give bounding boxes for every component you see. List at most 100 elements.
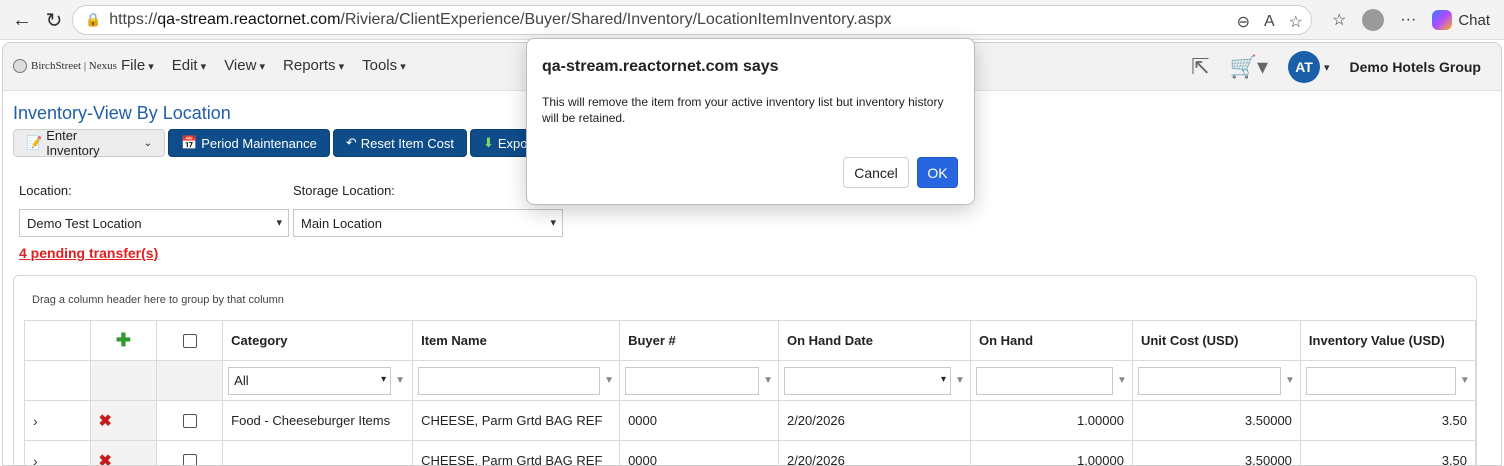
menu-view[interactable]: View (224, 57, 265, 74)
date-filter-select[interactable] (783, 366, 951, 395)
inventory-grid-panel: Drag a column header here to group by th… (13, 275, 1477, 466)
location-label: Location: (19, 183, 72, 198)
browser-toolbar: ← ↻ 🔒 https://qa-stream.reactornet.com/R… (0, 0, 1504, 40)
filter-funnel-icon[interactable]: ▼ (395, 375, 405, 386)
filter-cell-category: All ▼ (222, 360, 414, 401)
profile-avatar[interactable] (1362, 9, 1385, 31)
delete-x-icon[interactable]: ✖ (99, 413, 112, 430)
confirm-dialog: qa-stream.reactornet.com says This will … (526, 38, 975, 205)
column-header-unit-cost[interactable]: Unit Cost (USD) (1131, 320, 1301, 361)
filter-cell-buyer: ▼ (619, 360, 779, 401)
url-prefix: https:// (109, 11, 158, 28)
row-expander[interactable]: › (24, 440, 91, 466)
chat-button[interactable]: Chat (1432, 10, 1490, 30)
filter-funnel-icon[interactable]: ▼ (763, 375, 773, 386)
row-checkbox[interactable] (182, 414, 197, 429)
calendar-icon: 📅 (181, 135, 198, 150)
site-info-icon[interactable]: 🔒 (85, 12, 101, 28)
column-header-on-hand[interactable]: On Hand (969, 320, 1133, 361)
filter-funnel-icon[interactable]: ▼ (1285, 375, 1295, 386)
dialog-title: qa-stream.reactornet.com says (542, 58, 779, 75)
period-maintenance-button[interactable]: 📅 Period Maintenance (168, 129, 330, 157)
brand-text: BirchStreet | Nexus (31, 60, 117, 72)
storage-location-select[interactable]: Main Location (293, 209, 563, 237)
location-select[interactable]: Demo Test Location (19, 209, 289, 237)
table-row: › ✖ Food - Cheeseburger Items CHEESE, Pa… (24, 400, 1477, 441)
more-options-icon[interactable]: ··· (1400, 11, 1416, 29)
unit-cost-filter-input[interactable] (1137, 366, 1281, 395)
url-host: qa-stream.reactornet.com (157, 11, 341, 28)
filter-funnel-icon[interactable]: ▼ (1460, 375, 1470, 386)
category-filter-select[interactable]: All (228, 366, 392, 395)
filter-cell-item-name: ▼ (412, 360, 621, 401)
cell-item-name: CHEESE, Parm Grtd BAG REF (412, 440, 621, 465)
enter-inventory-label: Enter Inventory (46, 128, 100, 158)
filter-funnel-icon[interactable]: ▼ (955, 375, 965, 386)
refresh-icon[interactable]: ↻ (40, 6, 68, 34)
column-header-category[interactable]: Category (222, 320, 414, 361)
filter-funnel-icon[interactable]: ▼ (604, 375, 614, 386)
filter-cell-empty (24, 360, 91, 401)
favorite-star-icon[interactable]: ☆ (1289, 12, 1303, 32)
birchstreet-logo-icon (13, 59, 27, 73)
favorites-icon[interactable]: ☆ (1332, 10, 1346, 30)
filter-cell-date: ▼ (777, 360, 971, 401)
address-bar[interactable]: 🔒 https://qa-stream.reactornet.com/Rivie… (72, 5, 1312, 35)
chevron-right-icon[interactable]: › (33, 453, 38, 466)
filter-cell-empty (156, 360, 224, 401)
buyer-filter-input[interactable] (625, 366, 760, 395)
menu-edit[interactable]: Edit (172, 57, 206, 74)
filter-cell-on-hand: ▼ (969, 360, 1133, 401)
zoom-icon[interactable]: ⊖ (1237, 12, 1250, 32)
user-avatar[interactable]: AT (1288, 51, 1320, 83)
location-value: Demo Test Location (27, 215, 142, 231)
delete-x-icon[interactable]: ✖ (99, 453, 112, 466)
export-external-icon[interactable]: ⇱ (1191, 54, 1209, 80)
column-header-on-hand-date[interactable]: On Hand Date (777, 320, 971, 361)
brand-logo[interactable]: BirchStreet | Nexus (13, 59, 117, 73)
chevron-right-icon[interactable]: › (33, 413, 38, 429)
period-maintenance-label: Period Maintenance (201, 135, 317, 151)
select-all-checkbox[interactable] (182, 334, 197, 349)
cell-buyer-number: 0000 (619, 400, 779, 441)
read-aloud-icon[interactable]: A (1264, 13, 1275, 31)
cancel-button[interactable]: Cancel (843, 157, 909, 188)
on-hand-filter-input[interactable] (975, 366, 1113, 395)
row-select-cell (156, 400, 224, 441)
ok-button[interactable]: OK (917, 157, 958, 188)
enter-inventory-button[interactable]: 📝 Enter Inventory ⌄ (13, 128, 165, 158)
filter-funnel-icon[interactable]: ▼ (1117, 375, 1127, 386)
cell-unit-cost: 3.50000 (1131, 400, 1301, 441)
back-icon[interactable]: ← (8, 6, 36, 34)
menu-tools[interactable]: Tools (362, 57, 406, 74)
value-filter-input[interactable] (1305, 366, 1456, 395)
cart-icon[interactable]: 🛒▾ (1230, 54, 1268, 80)
cell-on-hand: 1.00000 (969, 440, 1133, 465)
cell-buyer-number: 0000 (619, 440, 779, 465)
select-all-header (156, 320, 224, 361)
menu-reports[interactable]: Reports (283, 57, 344, 74)
menu-file[interactable]: File (121, 57, 154, 74)
cell-category (222, 440, 414, 465)
category-filter-value: All (234, 373, 249, 388)
row-checkbox[interactable] (182, 454, 197, 465)
notepad-icon: 📝 (26, 135, 43, 150)
row-select-cell (156, 440, 224, 465)
table-row: › ✖ CHEESE, Parm Grtd BAG REF 0000 2/20/… (24, 440, 1477, 466)
column-header-inventory-value[interactable]: Inventory Value (USD) (1299, 320, 1477, 361)
column-header-buyer-number[interactable]: Buyer # (619, 320, 779, 361)
header-row: ✚ Category Item Name Buyer # On Hand Dat… (24, 320, 1477, 361)
row-delete-cell: ✖ (89, 400, 158, 441)
item-name-filter-input[interactable] (418, 366, 601, 395)
add-plus-icon[interactable]: ✚ (116, 330, 131, 350)
cell-item-name: CHEESE, Parm Grtd BAG REF (412, 400, 621, 441)
row-expander[interactable]: › (24, 400, 91, 441)
reset-item-cost-label: Reset Item Cost (360, 135, 454, 151)
copilot-icon (1432, 10, 1453, 30)
reset-item-cost-button[interactable]: ↶ Reset Item Cost (332, 129, 467, 157)
pending-transfers-link[interactable]: 4 pending transfer(s) (19, 245, 158, 261)
chevron-down-icon: ⌄ (143, 137, 152, 149)
column-header-item-name[interactable]: Item Name (412, 320, 621, 361)
main-menu: File Edit View Reports Tools (121, 57, 406, 74)
user-menu-chevron-icon[interactable]: ▾ (1324, 61, 1330, 74)
